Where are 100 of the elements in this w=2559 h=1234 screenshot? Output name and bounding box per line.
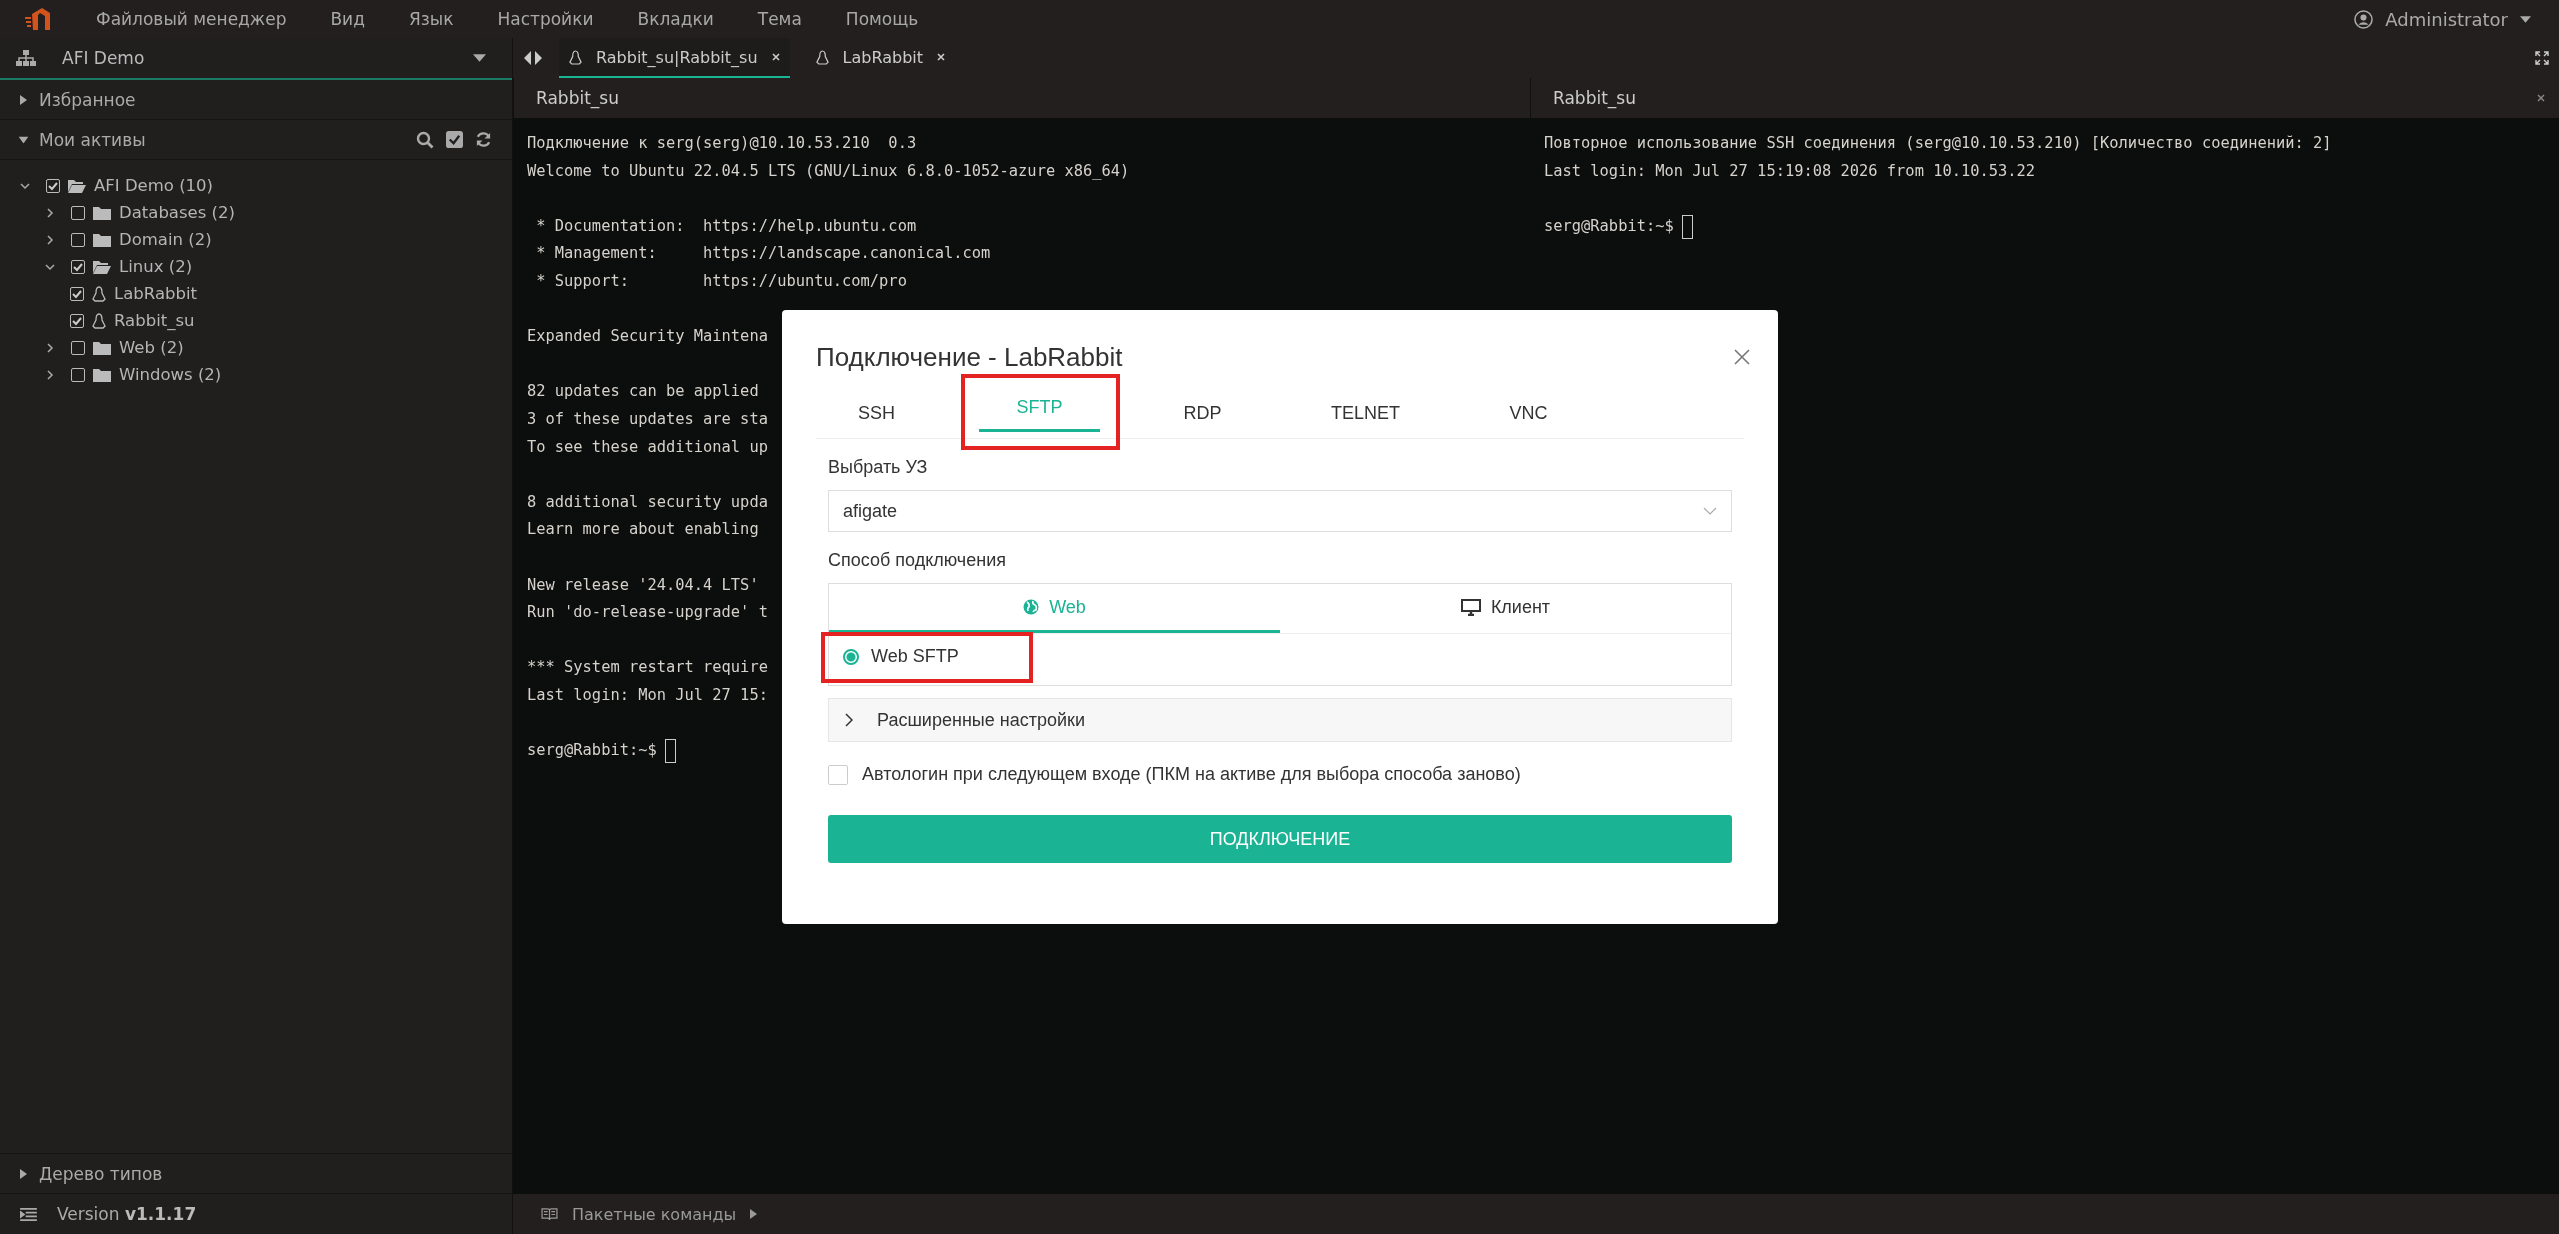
tree-item[interactable]: AFI Demo (10) [0,172,512,199]
chevron-icon[interactable] [45,342,55,353]
terminal-line: * Management: https://landscape.canonical.com [535,243,991,265]
checkbox[interactable] [70,313,84,328]
caret-icon[interactable] [750,1209,758,1219]
folder-icon [93,367,111,382]
protocol-tab[interactable]: VNC [1468,384,1589,438]
tree-item[interactable]: LabRabbit [0,280,512,307]
list-icon[interactable] [20,1207,37,1221]
menu-item[interactable]: Вкладки [637,9,714,29]
section-header[interactable]: Избранное [0,80,512,120]
checkbox[interactable] [71,259,85,274]
terminal-prompt: serg@Rabbit:~$ [1544,215,1674,237]
chevron-icon[interactable] [20,180,30,191]
close-icon[interactable] [771,53,780,61]
terminal-line: 82 updates can be applied [527,381,759,403]
section-header[interactable]: Дерево типов [0,1153,512,1194]
chevron-icon [1703,507,1717,515]
tree-item[interactable]: Web (2) [0,334,512,361]
dialog-title: Подключение - LabRabbit [816,341,1123,373]
globe-icon [1023,599,1040,615]
advanced-settings-header[interactable]: Расширенные настройки [828,698,1732,742]
pane-title: Rabbit_su [1553,88,1636,108]
tab[interactable]: LabRabbit [805,38,956,78]
workspace-selector[interactable]: AFI Demo [0,38,512,80]
checkbox[interactable] [828,764,848,785]
protocol-tab[interactable]: RDP [1142,384,1263,438]
field-label: Выбрать УЗ [828,457,929,478]
tree-item[interactable]: Rabbit_su [0,307,512,334]
field-label: Способ подключения [828,550,1007,571]
section-header[interactable]: Мои активы [0,120,512,160]
folder-icon [93,232,111,247]
terminal-line: Run 'do-release-upgrade' t [527,602,768,624]
chevron-icon [845,713,853,727]
chevron-icon[interactable] [45,207,55,218]
fullscreen-icon[interactable] [2535,51,2549,65]
menu-item[interactable]: Тема [757,9,802,29]
arrows-icon[interactable] [523,51,543,65]
checkbox[interactable] [71,205,85,220]
terminal-line: New release '24.04.4 LTS' [527,574,759,596]
terminal-line: * Documentation: https://help.ubuntu.com [535,215,917,237]
folder-icon [93,259,111,274]
terminal-line: Подключение к serg(serg)@10.10.53.210 0.3 [527,133,917,154]
terminal-line: To see these additional up [527,436,768,458]
folder-icon [93,340,111,355]
terminal-line: * Support: https://ubuntu.com/pro [535,270,907,292]
tree-item[interactable]: Domain (2) [0,226,512,253]
caret-icon [2520,15,2531,23]
terminal-line: Повторное использование SSH соединения (serg@10.10.53.210) [Количество соединений: 2] [1544,133,2332,154]
book-icon [541,1207,558,1221]
chevron-icon[interactable] [45,369,55,380]
checkbox[interactable] [71,232,85,247]
user-menu[interactable]: Administrator [2348,7,2537,31]
hierarchy-icon [16,50,36,66]
monitor-icon [1460,598,1481,616]
refresh-icon[interactable] [475,131,492,148]
terminal-prompt: serg@Rabbit:~$ [527,740,657,762]
checkbox[interactable] [71,367,85,382]
checkbox[interactable] [46,178,60,193]
chevron-icon[interactable] [45,261,55,272]
folder-icon [68,178,86,193]
user-icon [2354,9,2374,29]
account-select[interactable]: afigate [828,490,1732,532]
checkbox-icon[interactable] [446,131,463,148]
close-icon[interactable] [937,53,946,61]
terminal-line: 3 of these updates are sta [527,408,768,430]
terminal-line: Last login: Mon Jul 27 15:19:08 2026 from 10.10.53.22 [1544,160,2036,182]
chevron-icon[interactable] [45,234,55,245]
caret-icon [473,54,486,62]
terminal-line: Learn more about enabling [527,519,759,541]
method-tab[interactable]: Клиент [1280,584,1731,633]
cursor [1681,214,1693,239]
tree-item[interactable]: Linux (2) [0,253,512,280]
tab[interactable]: Rabbit_su|Rabbit_su [559,38,790,78]
terminal-line: Last login: Mon Jul 27 15: [527,684,768,706]
tree-item[interactable]: Databases (2) [0,199,512,226]
pane-title: Rabbit_su [536,88,619,108]
folder-icon [93,205,111,220]
search-icon[interactable] [416,130,434,149]
close-icon[interactable] [2537,94,2545,102]
radio-option[interactable]: Web SFTP [829,638,973,675]
terminal-line: *** System restart require [527,657,768,679]
checkbox[interactable] [70,286,84,301]
menu-item[interactable]: Настройки [497,9,594,29]
menu-item[interactable]: Помощь [845,9,919,29]
checkbox[interactable] [71,340,85,355]
terminal-line: 8 additional security upda [527,491,768,513]
protocol-tab[interactable]: SSH [816,384,937,438]
menu-item[interactable]: Вид [330,9,365,29]
version-label: Version v1.1.17 [57,1204,197,1224]
terminal-line: Welcome to Ubuntu 22.04.5 LTS (GNU/Linux 6.8.0-1052-azure x86_64) [527,160,1130,182]
terminal-line: Expanded Security Maintena [527,326,768,348]
checkbox-label: Автологин при следующем входе (ПКМ на активе для выбора способа заново) [862,764,1521,785]
radio-button[interactable] [843,648,859,665]
menu-item[interactable]: Файловый менеджер [96,9,287,29]
batch-commands-label[interactable]: Пакетные команды [572,1204,737,1224]
tree-item[interactable]: Windows (2) [0,361,512,388]
menu-item[interactable]: Язык [408,9,454,29]
cursor [664,738,676,763]
protocol-tab[interactable]: TELNET [1305,384,1426,438]
